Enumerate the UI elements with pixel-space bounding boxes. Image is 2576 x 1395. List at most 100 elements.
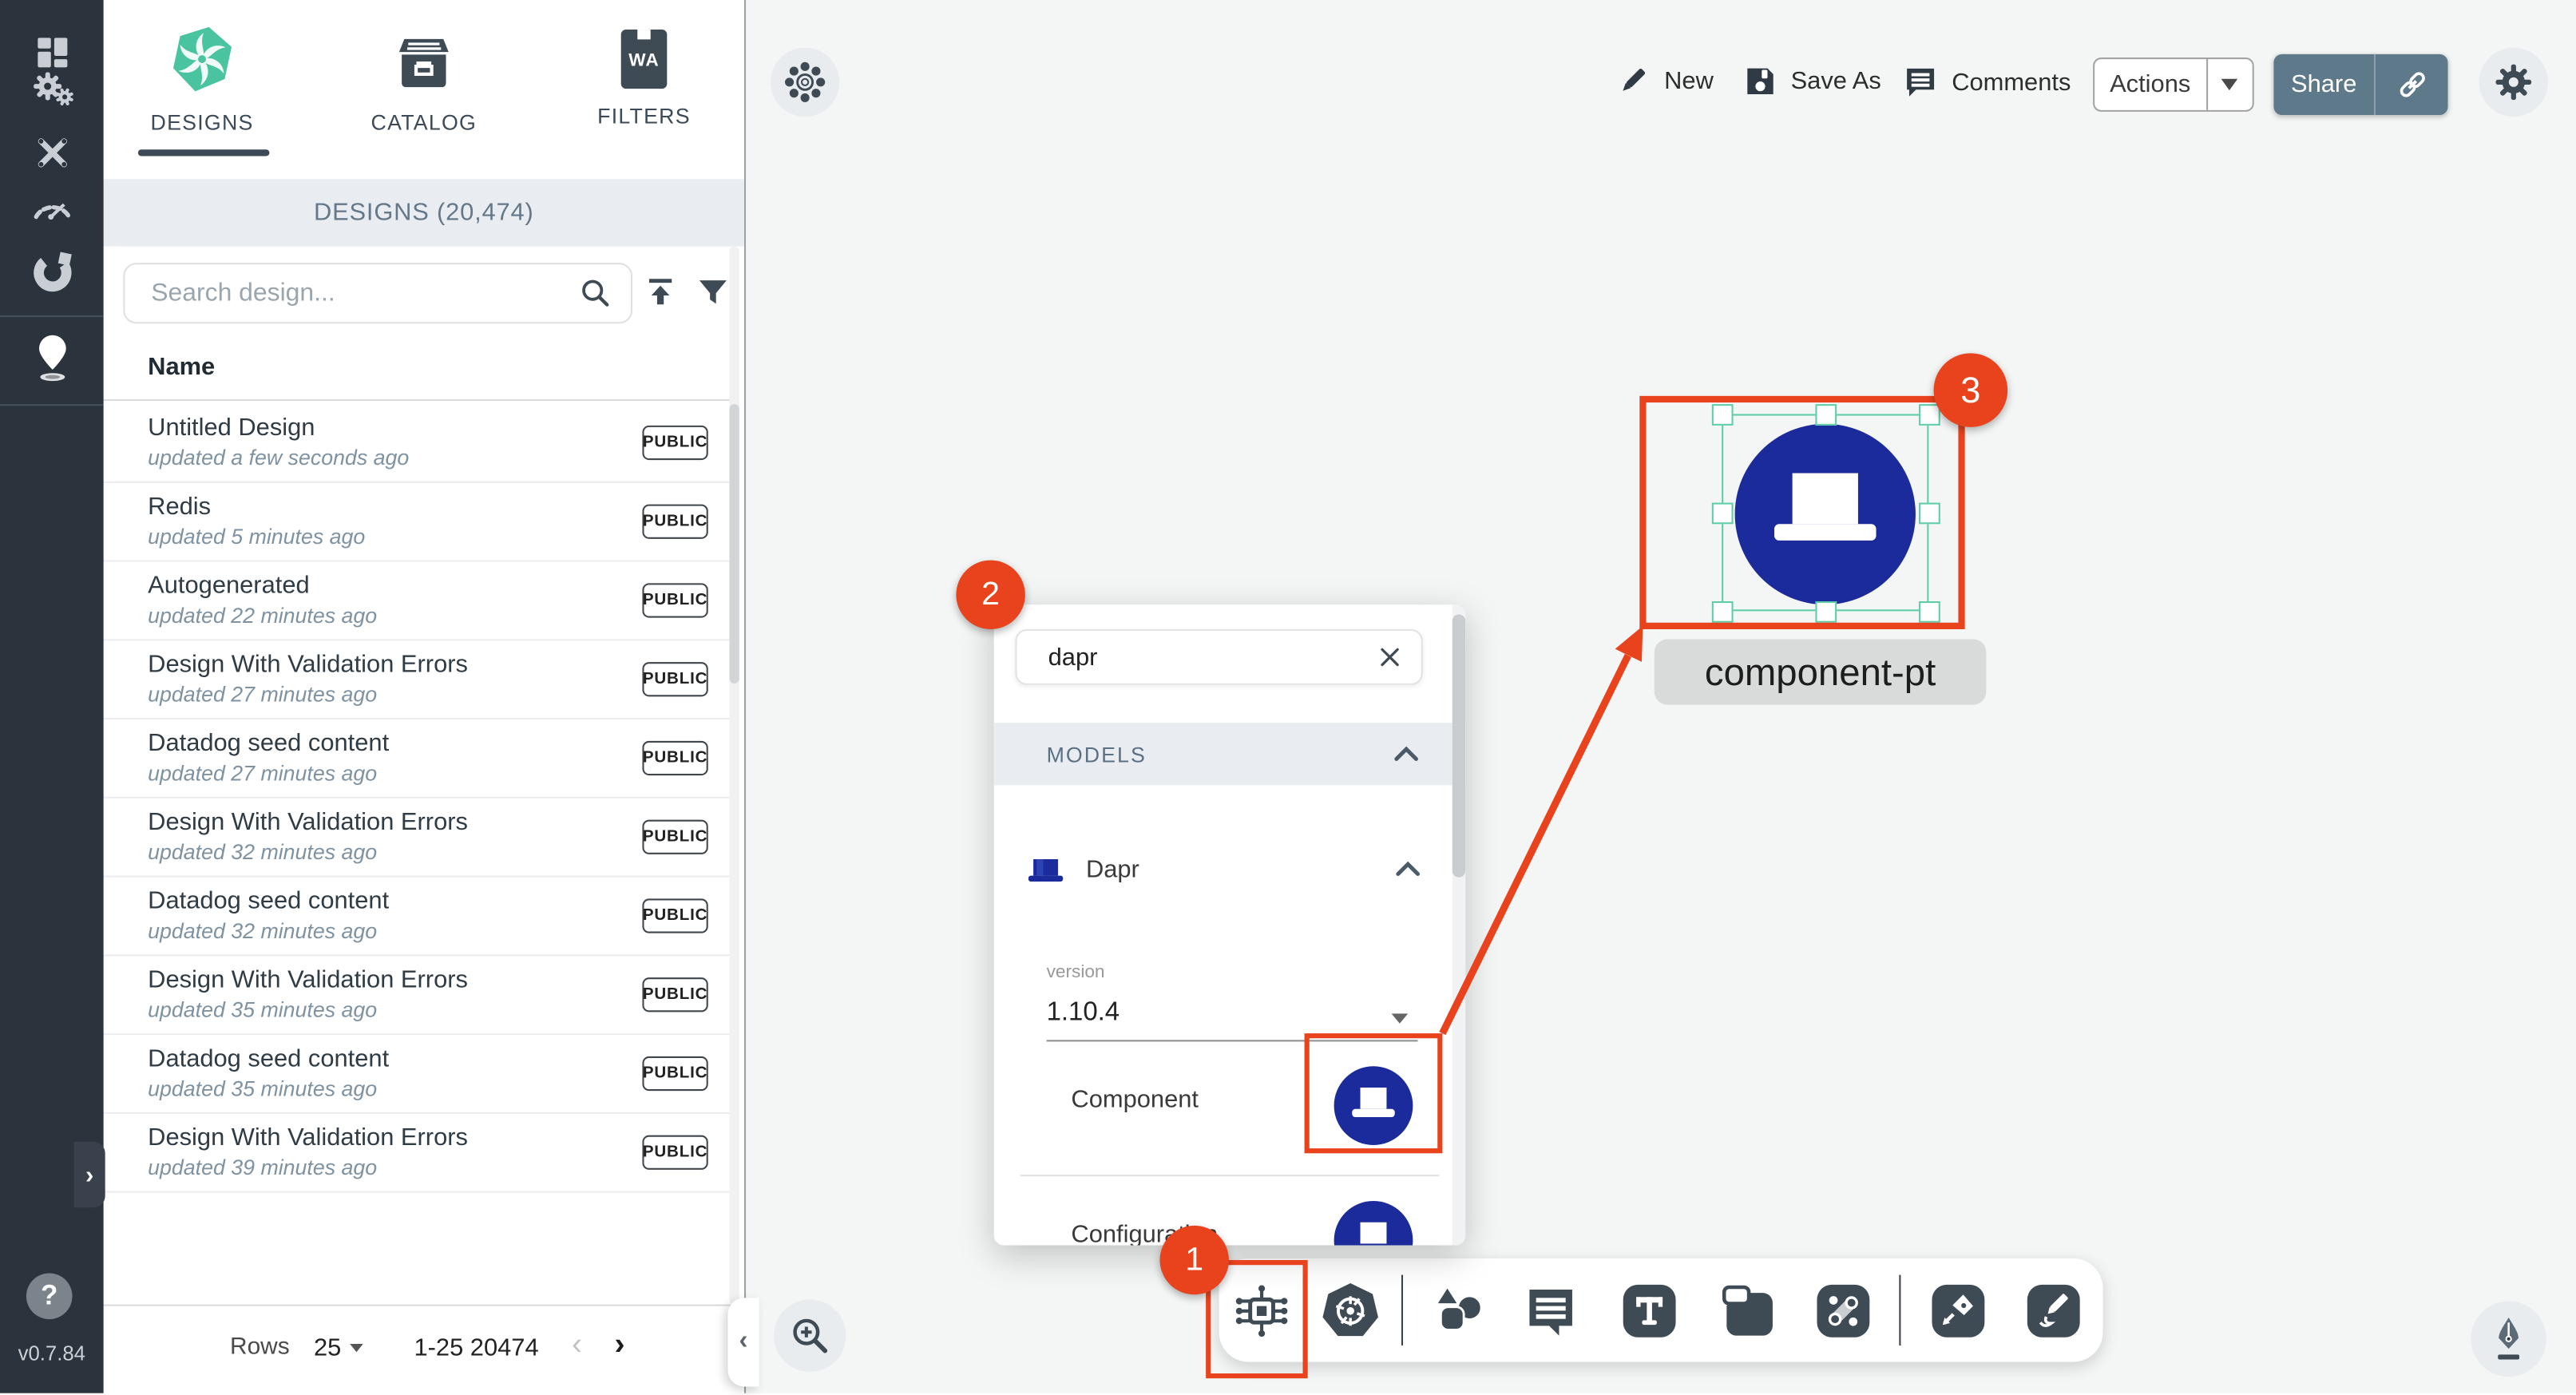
- next-page-button[interactable]: ›: [614, 1327, 624, 1363]
- zoom-button[interactable]: [774, 1299, 846, 1372]
- visibility-badge: PUBLIC: [642, 1056, 707, 1091]
- pencil-icon: [1615, 62, 1651, 98]
- nav-extensions[interactable]: [0, 243, 104, 299]
- design-name: Design With Validation Errors: [148, 1124, 468, 1151]
- design-row[interactable]: Datadog seed content updated 35 minutes …: [104, 1035, 731, 1114]
- design-name: Redis: [148, 493, 211, 521]
- copy-link-button[interactable]: [2376, 67, 2448, 101]
- selection-handle-s[interactable]: [1814, 600, 1836, 622]
- header-divider: [104, 399, 731, 401]
- clear-search-icon[interactable]: [1378, 642, 1401, 672]
- dapr-component-palette-icon[interactable]: [1334, 1066, 1413, 1145]
- selection-handle-nw[interactable]: [1711, 403, 1733, 425]
- models-section-header[interactable]: MODELS: [994, 723, 1465, 785]
- design-updated: updated 32 minutes ago: [148, 918, 377, 943]
- collapse-panel-button[interactable]: ‹: [727, 1298, 759, 1386]
- visibility-badge: PUBLIC: [642, 820, 707, 854]
- funnel-icon: [695, 275, 731, 311]
- upload-icon: [642, 275, 678, 311]
- dapr-hat-brim: [1352, 1109, 1394, 1116]
- chevron-up-icon[interactable]: [1395, 861, 1421, 878]
- design-row[interactable]: Design With Validation Errors updated 35…: [104, 956, 731, 1035]
- active-tab-underline: [138, 149, 270, 155]
- kubernetes-icon: [1319, 1280, 1381, 1342]
- extensions-mesh-icon: [29, 248, 75, 295]
- canvas-mesh-menu-button[interactable]: [771, 48, 839, 117]
- design-row[interactable]: Untitled Design updated a few seconds ag…: [104, 404, 731, 483]
- popup-search-input[interactable]: [1045, 641, 1379, 672]
- new-label: New: [1664, 66, 1714, 94]
- tab-catalog[interactable]: CATALOG: [325, 23, 522, 174]
- visibility-badge: PUBLIC: [642, 977, 707, 1012]
- import-design-button[interactable]: [636, 268, 685, 317]
- shapes-icon: [1431, 1283, 1487, 1339]
- comments-button[interactable]: Comments: [1902, 64, 2071, 100]
- nav-lifecycle[interactable]: [0, 62, 104, 118]
- nav-kanvas[interactable]: [0, 328, 104, 390]
- design-row[interactable]: Design With Validation Errors updated 32…: [104, 799, 731, 878]
- design-updated: updated 5 minutes ago: [148, 524, 365, 549]
- link-icon: [2395, 67, 2429, 101]
- expand-sidebar-button[interactable]: ›: [74, 1142, 105, 1207]
- tab-filters-label: FILTERS: [597, 104, 691, 129]
- popup-scrollbar-thumb[interactable]: [1452, 614, 1465, 877]
- component-name-label[interactable]: component-pt: [1655, 639, 1987, 704]
- configuration-item-row[interactable]: Configuration: [994, 1179, 1465, 1245]
- model-name: Dapr: [1086, 856, 1139, 884]
- pen-nib-icon: [2487, 1316, 2530, 1362]
- text-tool[interactable]: [1619, 1280, 1681, 1342]
- design-search-input[interactable]: [148, 277, 578, 310]
- dapr-configuration-palette-icon[interactable]: [1334, 1201, 1413, 1246]
- pagination-bar: Rows 25 1-25 20474 ‹ ›: [104, 1305, 744, 1395]
- rectangle-node-tool[interactable]: [1717, 1280, 1779, 1342]
- actions-dropdown-toggle[interactable]: [2207, 79, 2252, 90]
- design-updated: updated 27 minutes ago: [148, 761, 377, 786]
- visibility-badge: PUBLIC: [642, 1135, 707, 1170]
- share-button[interactable]: Share: [2273, 54, 2447, 115]
- selection-handle-e[interactable]: [1918, 502, 1940, 524]
- design-row[interactable]: Redis updated 5 minutes ago PUBLIC: [104, 483, 731, 562]
- component-item-row[interactable]: Component: [994, 1045, 1465, 1167]
- design-row[interactable]: Design With Validation Errors updated 27…: [104, 640, 731, 719]
- selection-handle-sw[interactable]: [1711, 600, 1733, 622]
- models-section-label: MODELS: [1047, 742, 1147, 767]
- chevron-up-icon[interactable]: [1393, 746, 1420, 763]
- tab-filters[interactable]: WA FILTERS: [545, 23, 743, 174]
- selection-bounding-box: [1722, 414, 1928, 611]
- save-as-button[interactable]: Save As: [1743, 64, 1881, 98]
- kubernetes-tool[interactable]: [1319, 1280, 1381, 1342]
- design-row[interactable]: Datadog seed content updated 27 minutes …: [104, 719, 731, 799]
- pen-mode-button[interactable]: [2471, 1301, 2546, 1377]
- freehand-draw-tool[interactable]: [2023, 1280, 2085, 1342]
- visibility-badge: PUBLIC: [642, 741, 707, 775]
- selection-handle-ne[interactable]: [1918, 403, 1940, 425]
- panel-scrollbar-thumb[interactable]: [729, 404, 739, 684]
- shapes-tool[interactable]: [1428, 1280, 1490, 1342]
- new-design-button[interactable]: New: [1615, 62, 1713, 98]
- design-search-field[interactable]: [123, 263, 632, 323]
- add-component-tool[interactable]: [1231, 1280, 1293, 1342]
- selection-handle-w[interactable]: [1711, 502, 1733, 524]
- selection-handle-se[interactable]: [1918, 600, 1940, 622]
- relationship-edge-tool[interactable]: [1812, 1280, 1874, 1342]
- help-button[interactable]: ?: [26, 1273, 73, 1319]
- settings-button[interactable]: [2479, 48, 2548, 117]
- version-select[interactable]: 1.10.4: [1047, 999, 1415, 1041]
- actions-button[interactable]: Actions: [2093, 57, 2254, 112]
- model-row-dapr[interactable]: Dapr: [994, 838, 1465, 929]
- design-row[interactable]: Autogenerated updated 22 minutes ago PUB…: [104, 562, 731, 641]
- popup-search-field[interactable]: [1015, 629, 1422, 685]
- prev-page-button[interactable]: ‹: [572, 1327, 582, 1363]
- nav-performance[interactable]: [0, 180, 104, 236]
- nav-configuration[interactable]: [0, 125, 104, 180]
- design-updated: updated 39 minutes ago: [148, 1155, 377, 1179]
- design-row[interactable]: Design With Validation Errors updated 39…: [104, 1114, 731, 1193]
- meshery-spiral-icon: [169, 23, 235, 96]
- app-version: v0.7.84: [0, 1342, 104, 1365]
- design-row[interactable]: Datadog seed content updated 32 minutes …: [104, 878, 731, 957]
- comment-tool[interactable]: [1520, 1280, 1582, 1342]
- selection-handle-n[interactable]: [1814, 403, 1836, 425]
- visibility-badge: PUBLIC: [642, 583, 707, 617]
- rows-per-page-select[interactable]: 25: [314, 1334, 341, 1362]
- pen-path-tool[interactable]: [1927, 1280, 1989, 1342]
